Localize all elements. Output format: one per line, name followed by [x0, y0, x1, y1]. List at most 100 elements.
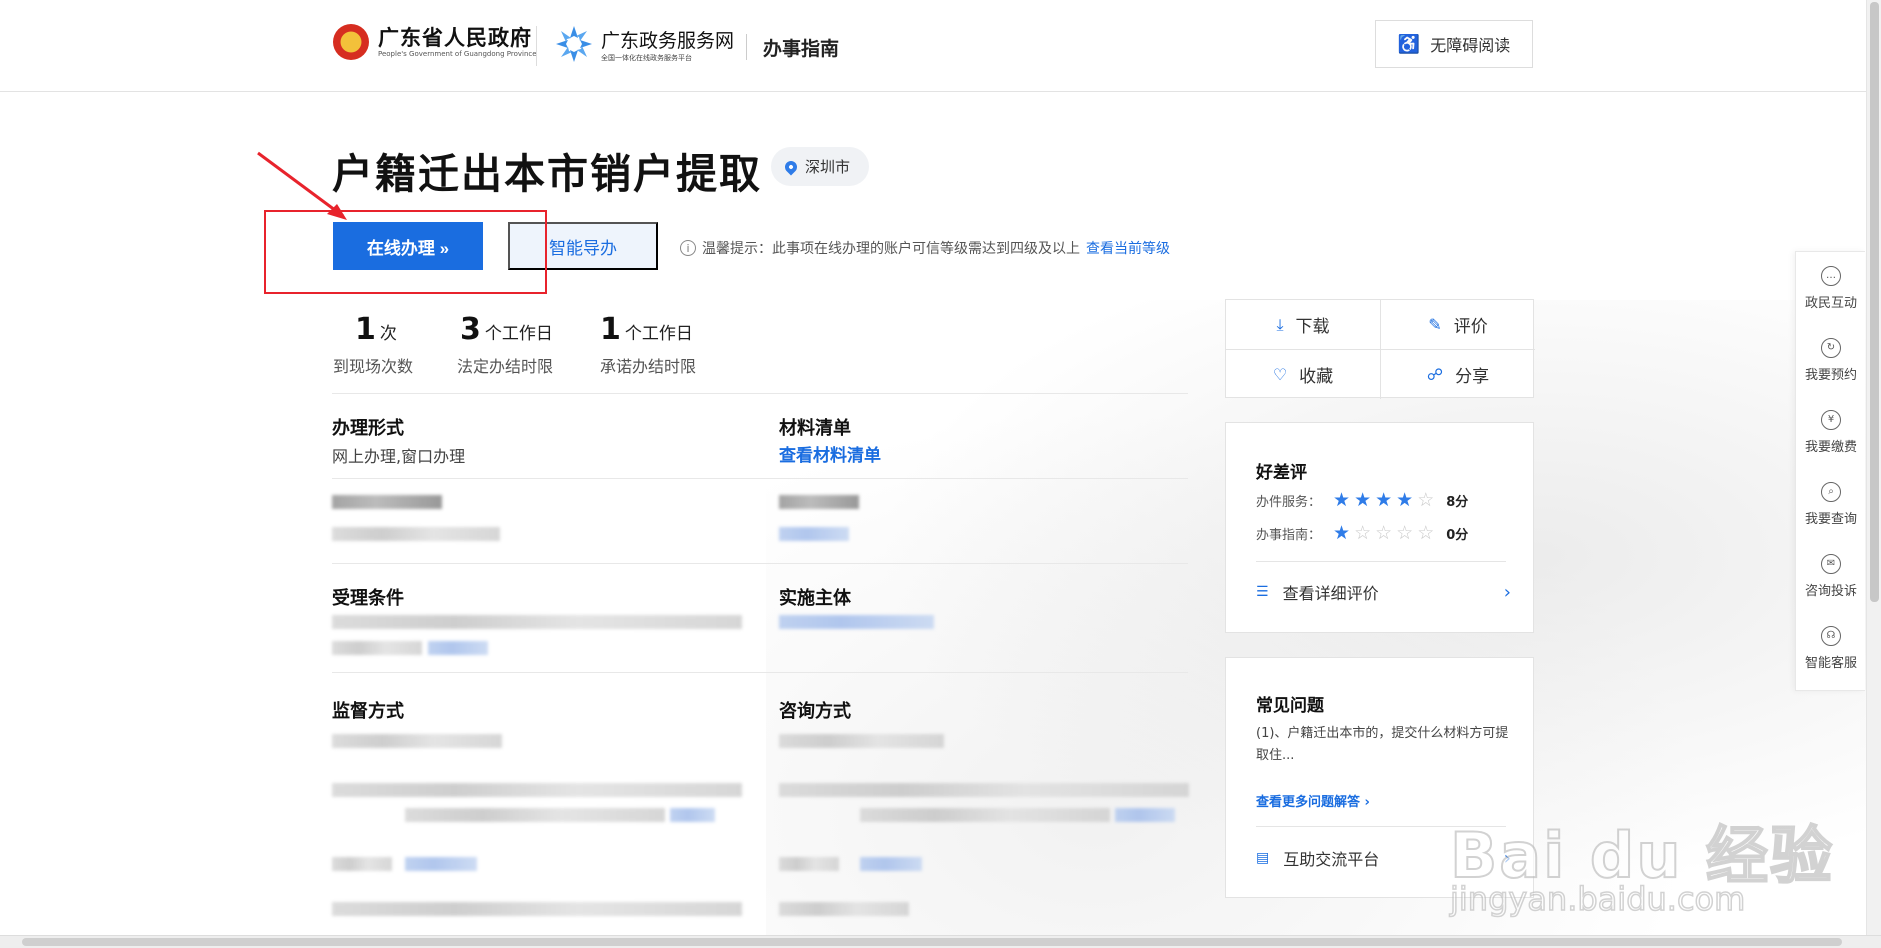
faq-card: 常见问题 (1)、户籍迁出本市的，提交什么材料方可提取住... 查看更多问题解答…	[1225, 657, 1534, 898]
download-button[interactable]: ⤓ 下载	[1226, 300, 1380, 349]
sidebar-item-label: 我要预约	[1804, 367, 1857, 383]
stat-unit: 次	[379, 324, 397, 344]
stat-promised-limit: 1 个工作日 承诺办结时限	[600, 312, 696, 377]
faq-title: 常见问题	[1256, 696, 1324, 716]
divider	[332, 393, 1188, 394]
sidebar-item-appointment[interactable]: ↻ 我要预约	[1796, 324, 1866, 396]
star-empty-icon: ☆	[1375, 522, 1393, 544]
stat-label: 法定办结时限	[457, 357, 554, 376]
chat-icon: …	[1821, 265, 1841, 286]
redacted-link	[405, 857, 477, 871]
chevron-right-icon: ›	[1364, 795, 1370, 810]
redacted-link	[779, 527, 849, 541]
redacted-link	[860, 857, 922, 871]
star-filled-icon: ★	[1396, 489, 1414, 511]
evaluate-button[interactable]: ✎ 评价	[1381, 300, 1535, 349]
headset-icon: ☊	[1821, 625, 1841, 646]
accessibility-label: 无障碍阅读	[1430, 38, 1511, 55]
chevron-right-icon: ›	[1503, 847, 1511, 869]
service-rating-label: 办件服务：	[1256, 495, 1322, 510]
tip-text: 温馨提示：此事项在线办理的账户可信等级需达到四级及以上	[702, 241, 1080, 257]
consult-label: 咨询方式	[779, 701, 851, 722]
page-title: 户籍迁出本市销户提取	[332, 150, 762, 198]
header-divider	[536, 26, 537, 66]
sidebar-item-label: 政民互动	[1804, 295, 1857, 311]
view-materials-link[interactable]: 查看材料清单	[779, 441, 881, 466]
favorite-label: 收藏	[1299, 367, 1334, 387]
star-empty-icon: ☆	[1417, 522, 1435, 544]
redacted-text	[332, 495, 442, 509]
red-arrow-annotation	[257, 151, 347, 220]
share-button[interactable]: ☍ 分享	[1381, 350, 1535, 399]
gov-name[interactable]: 广东省人民政府	[378, 22, 532, 52]
guide-score: 0分	[1446, 528, 1469, 543]
view-detail-rating-link[interactable]: ☰ 查看详细评价 ›	[1256, 580, 1511, 604]
sidebar-item-label: 智能客服	[1804, 655, 1857, 671]
list-icon: ☰	[1256, 584, 1269, 600]
scrollbar-thumb[interactable]	[1870, 2, 1879, 602]
redacted-text	[779, 902, 909, 916]
divider	[332, 672, 1188, 673]
more-faq-label: 查看更多问题解答	[1256, 795, 1361, 810]
star-empty-icon: ☆	[1396, 522, 1414, 544]
redacted-text	[332, 902, 742, 916]
horizontal-scrollbar[interactable]	[0, 935, 1881, 948]
star-filled-icon: ★	[1333, 489, 1351, 511]
rating-card: 好差评 办件服务： ★ ★ ★ ★ ☆ 8分 办事指南： ★ ☆ ☆ ☆ ☆ 0分 ☰ 查看详细…	[1225, 422, 1534, 633]
warm-tip: i 温馨提示：此事项在线办理的账户可信等级需达到四级及以上 查看当前等级	[680, 238, 1170, 258]
redacted-text	[332, 641, 422, 655]
download-label: 下载	[1295, 317, 1330, 337]
mutual-platform-link[interactable]: ▤ 互助交流平台 ›	[1256, 846, 1511, 870]
guide-rating-row: 办事指南： ★ ☆ ☆ ☆ ☆ 0分	[1256, 522, 1469, 544]
action-grid: ⤓ 下载 ✎ 评价 ♡ 收藏 ☍ 分享	[1225, 299, 1535, 399]
clock-icon: ↻	[1821, 337, 1841, 358]
redacted-link	[670, 808, 715, 822]
redacted-text	[332, 527, 500, 541]
sidebar-item-payment[interactable]: ¥ 我要缴费	[1796, 396, 1866, 468]
info-icon: i	[680, 240, 696, 256]
materials-label: 材料清单	[779, 418, 851, 439]
divider	[1256, 826, 1506, 827]
guide-rating-label: 办事指南：	[1256, 528, 1322, 543]
handling-form-value: 网上办理,窗口办理	[332, 447, 466, 466]
divider	[332, 478, 1188, 479]
stat-number: 1	[600, 312, 621, 347]
national-emblem-icon	[333, 24, 369, 60]
sidebar-item-interaction[interactable]: … 政民互动	[1796, 252, 1866, 324]
location-label: 深圳市	[805, 158, 851, 176]
download-icon: ⤓	[1276, 314, 1284, 334]
stat-number: 1	[355, 312, 376, 347]
sidebar-item-label: 我要缴费	[1804, 439, 1857, 455]
wheelchair-icon: ♿	[1397, 33, 1421, 54]
section-title: 办事指南	[763, 38, 840, 60]
site-header: 广东省人民政府 People's Government of Guangdong…	[0, 0, 1866, 92]
scrollbar-thumb[interactable]	[22, 938, 1842, 946]
sidebar-item-query[interactable]: ⌕ 我要查询	[1796, 468, 1866, 540]
heart-icon: ♡	[1272, 365, 1288, 384]
location-pin-icon	[782, 158, 800, 175]
implementer-label: 实施主体	[779, 588, 851, 609]
redacted-link	[1115, 808, 1175, 822]
service-score: 8分	[1446, 495, 1469, 510]
redacted-text	[332, 734, 502, 748]
view-trust-level-link[interactable]: 查看当前等级	[1086, 238, 1170, 258]
search-icon: ⌕	[1821, 481, 1841, 502]
sidebar-item-complaint[interactable]: ✉ 咨询投诉	[1796, 540, 1866, 612]
supervision-label: 监督方式	[332, 701, 404, 722]
more-faq-link[interactable]: 查看更多问题解答 ›	[1256, 791, 1370, 810]
favorite-button[interactable]: ♡ 收藏	[1226, 350, 1380, 399]
portal-name[interactable]: 广东政务服务网	[601, 26, 734, 53]
stat-unit: 个工作日	[624, 324, 693, 344]
vertical-scrollbar[interactable]	[1866, 0, 1881, 935]
conditions-label: 受理条件	[332, 588, 404, 609]
rating-title: 好差评	[1256, 463, 1307, 483]
stat-unit: 个工作日	[484, 324, 553, 344]
sidebar-item-customer-service[interactable]: ☊ 智能客服	[1796, 612, 1866, 684]
service-stars: ★ ★ ★ ★ ☆	[1333, 491, 1434, 510]
handling-form-label: 办理形式	[332, 418, 404, 439]
service-rating-row: 办件服务： ★ ★ ★ ★ ☆ 8分	[1256, 491, 1469, 511]
location-tag[interactable]: 深圳市	[771, 147, 869, 186]
accessibility-reading-button[interactable]: ♿ 无障碍阅读	[1375, 20, 1533, 68]
redacted-text	[332, 615, 742, 629]
faq-question[interactable]: (1)、户籍迁出本市的，提交什么材料方可提取住...	[1256, 723, 1516, 767]
